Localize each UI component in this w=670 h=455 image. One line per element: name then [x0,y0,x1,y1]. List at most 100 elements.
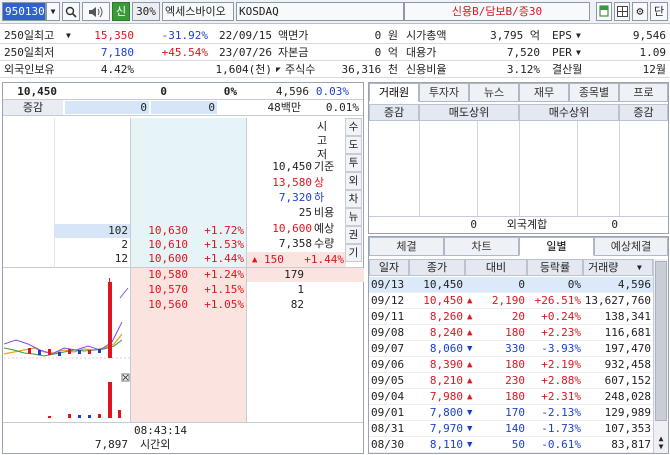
broker-header-buy: 매수상위 [519,104,619,121]
row-diff: 20 [511,310,525,323]
col-close: 종가 [409,259,465,276]
expected-qty: 7,358 [278,237,312,250]
table-row[interactable]: 09/11 8,260 ▲ 20 +0.24% 138,341 [369,309,653,325]
upper-limit-price: 13,580 [272,176,312,189]
table-row[interactable]: 08/30 8,110 ▼ 50 -0.61% 83,817 [369,437,653,453]
table-row[interactable]: 09/06 8,390 ▲ 180 +2.19% 932,458 [369,357,653,373]
tab-investor[interactable]: 투자자 [419,83,469,102]
tab-trades[interactable]: 체결 [369,237,444,256]
foreign-pct: 4.42% [100,63,134,76]
row-close: 8,390 [429,358,463,371]
margin-rate: 30% [132,2,160,21]
table-row[interactable]: 09/07 8,060 ▼ 330 -3.93% 197,470 [369,341,653,357]
tab-broker[interactable]: 거래원 [369,83,419,102]
bid-qty[interactable]: 1 [250,283,304,297]
ask-qty[interactable]: 2 [60,238,128,252]
credit-badge[interactable]: 신 [112,2,130,21]
upper-label: 상 [314,176,325,189]
row-volume: 107,353 [604,422,651,435]
after-hours-qty: 7,897 [94,438,128,451]
row-date: 09/11 [371,310,405,323]
chevron-down-icon[interactable]: ▼ [576,45,581,60]
tab-program[interactable]: 프로 [619,83,668,102]
toolbar: 950130 ▼ 신 30% 엑세스바이오 KOSDAQ 신용B/담보B/증30… [0,0,670,24]
low250-rate: +45.54% [161,46,208,59]
triangle-marker-icon: ◤ [276,65,281,74]
row-close: 8,210 [429,374,463,387]
stock-name: 엑세스바이오 [162,2,234,21]
magnifier-icon[interactable] [62,2,80,21]
capital-label: 자본금 [278,46,309,59]
ask-qty[interactable]: 102 [60,224,128,238]
lower-limit-price: 7,320 [278,191,312,204]
chevron-down-icon[interactable]: ▼ [637,263,642,272]
doc-icon[interactable] [596,2,612,21]
cost-label: 비용 [314,206,335,219]
gear-icon[interactable]: ⚙ [632,2,648,21]
bid-qty[interactable]: 179 [250,268,304,282]
base-label: 기준 [314,160,335,173]
tab-foreign[interactable]: 외 [345,172,362,190]
tab-chart[interactable]: 차 [345,190,362,208]
stock-code-input[interactable]: 950130 [2,2,46,21]
ask-price[interactable]: 10,630 [132,224,188,238]
bid-price[interactable]: 10,580 [132,268,188,282]
scroll-down-arrow-icon[interactable]: ▼ [654,443,668,451]
per-label: PER [552,46,572,59]
settle-value: 12월 [642,63,666,76]
table-row[interactable]: 09/13 10,450 0 0% 4,596 [369,277,653,293]
down-arrow-icon: ▼ [467,424,473,434]
low250-price: 7,180 [100,46,134,59]
bid-qty[interactable]: 82 [250,298,304,312]
bid-rate: +1.24% [204,268,244,281]
table-row[interactable]: 09/05 8,210 ▲ 230 +2.88% 607,152 [369,373,653,389]
table-row[interactable]: 08/31 7,970 ▼ 140 -1.73% 107,353 [369,421,653,437]
lower-label: 하 [314,191,325,204]
bid-price[interactable]: 10,560 [132,298,188,312]
row-diff: 230 [505,374,525,387]
speaker-icon[interactable] [82,2,110,21]
settle-label: 결산월 [552,63,583,76]
tab-sell-2[interactable]: 도 [345,136,362,154]
tab-news[interactable]: 뉴 [345,208,362,226]
ask-qty[interactable]: 12 [60,252,128,266]
foreign-qty: 1,604(천) [215,63,272,76]
row-volume: 607,152 [604,374,651,387]
scrollbar-thumb[interactable] [655,261,667,421]
time-label: 08:43:14 [134,424,187,437]
daily-scrollbar[interactable]: ▲ ▼ [653,259,668,453]
single-view-button[interactable]: 단 [650,2,668,21]
ask-price[interactable]: 10,600 [132,252,188,266]
table-row[interactable]: 09/12 10,450 ▲ 2,190 +26.51% 13,627,760 [369,293,653,309]
ask-rate: +1.72% [204,224,244,237]
tab-expected-trades[interactable]: 예상체결 [594,237,668,256]
tab-daily[interactable]: 일별 [519,237,594,256]
tab-etc[interactable]: 기 [345,244,362,262]
chevron-down-icon[interactable]: ▼ [66,28,71,43]
table-row[interactable]: 09/04 7,980 ▲ 180 +2.31% 248,028 [369,389,653,405]
after-hours-label: 시간외 [140,438,171,451]
table-row[interactable]: 09/01 7,800 ▼ 170 -2.13% 129,989 [369,405,653,421]
foreign-label: 외국인보유 [4,63,55,76]
tab-finance[interactable]: 재무 [519,83,569,102]
grid-icon[interactable] [614,2,630,21]
tab-invest[interactable]: 투 [345,154,362,172]
chg-right-value: 0 [151,101,217,114]
tab-rights[interactable]: 권 [345,226,362,244]
chevron-down-icon[interactable]: ▼ [576,28,581,43]
expected-price: 10,600 [272,222,312,235]
row-close: 7,980 [429,390,463,403]
info-row-1: 250일최고 ▼ 15,350 -31.92% 22/09/15 액면가 0 원… [0,28,670,44]
table-row[interactable]: 09/08 8,240 ▲ 180 +2.23% 116,681 [369,325,653,341]
tab-sell[interactable]: 수 [345,118,362,136]
tab-by-stock[interactable]: 종목별 [569,83,619,102]
tab-chart[interactable]: 차트 [444,237,519,256]
tab-news[interactable]: 뉴스 [469,83,519,102]
ask-price[interactable]: 10,610 [132,238,188,252]
row-date: 09/07 [371,342,405,355]
bid-price[interactable]: 10,570 [132,283,188,297]
shares-value: 36,316 천 [341,63,398,76]
code-dropdown-button[interactable]: ▼ [46,2,60,21]
row-close: 7,800 [429,406,463,419]
row-date: 09/12 [371,294,405,307]
